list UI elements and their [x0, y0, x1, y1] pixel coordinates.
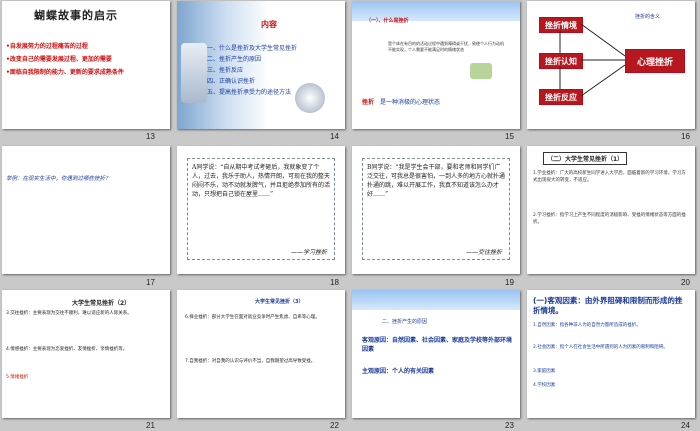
slide-quote: B同学说：“我是学生会干部，要和老师和同学们广泛交往，可我总是很害怕，一到人多的…: [367, 164, 506, 198]
slide-title: (一)客观因素：由外界阻碍和限制而形成的挫折情境。: [533, 296, 683, 315]
slide-title: 二、挫折产生的原因: [382, 319, 428, 325]
slide-thumbnail[interactable]: 挫折的含义 挫折情境 挫折认知 挫折反应 心理挫折: [527, 1, 695, 129]
slide-thumbnail[interactable]: 二、挫折产生的原因 客观原因：自然因素、社会因素、家庭及学校等外部环境因素 主观…: [352, 290, 520, 418]
slide-number: 23: [505, 421, 514, 430]
slide-number: 17: [146, 278, 155, 287]
slide-line: 4.情感挫折：主要表现为恋爱挫折、友情挫折、亲情挫折等。: [6, 347, 128, 352]
slide-number: 15: [505, 132, 514, 141]
slide-footer-label: 挫折: [362, 99, 375, 106]
slide-item: 客观原因：自然因素、社会因素、家庭及学校等外部环境因素: [362, 337, 513, 353]
slide-number: 20: [681, 278, 690, 287]
slide-thumbnail[interactable]: 举例：在现实生活中，你遇到过哪些挫折？: [2, 146, 170, 274]
slide-title: 大学生常见挫折（2）: [72, 300, 131, 307]
slide-thumbnail[interactable]: (一)客观因素：由外界阻碍和限制而形成的挫折情境。 1.自然因素：指各种非人为的…: [527, 290, 695, 418]
slide-thumbnail[interactable]: A同学说：“自从期中考试考砸后，我就象变了个人，过去，我乐于助人，热情开朗，可现…: [177, 146, 345, 274]
slide-item: 三、挫折反应: [207, 67, 244, 74]
slide-title: （一）、什么是挫折: [366, 18, 409, 24]
slide-line: 5.情绪挫折: [6, 375, 29, 380]
quote-frame: A同学说：“自从期中考试考砸后，我就象变了个人，过去，我乐于助人，热情开朗，可现…: [187, 158, 335, 260]
slide-line: 7.自我挫折：对自我的认识与评价不当，自我期望过高导致受挫。: [185, 359, 316, 364]
slide-number: 24: [681, 421, 690, 430]
slide-line: 3.家庭因素: [533, 369, 556, 374]
slide-line: •自发展努力的过程痛苦的过程: [6, 43, 88, 50]
book-icon: [470, 63, 492, 79]
slide-thumbnail[interactable]: 大学生常见挫折（2） 3.交往挫折：主要表现为交往不顺利，难以适应新的人际关系。…: [2, 290, 170, 418]
slide-caption: ——交往挫折: [465, 249, 502, 256]
slide-line: 1.学业挫折：广大的高校新生同学进入大学后，面临着新的学习环境，学习方式出现很大…: [533, 171, 686, 183]
slide-line: 2.社会因素：指个人在社会生活中所遇到的人为因素的限制和阻碍。: [533, 345, 668, 350]
slide-number: 21: [146, 421, 155, 430]
slide-line: 6.择业挫折：部分大学生在面对就业竞争时产生焦虑、自卑等心理。: [185, 315, 320, 320]
slide-number: 14: [330, 132, 339, 141]
slide-line: •改变自己的需要发展过程、更加的需要: [6, 56, 112, 63]
slide-thumbnail[interactable]: 蝴蝶故事的启示 •自发展努力的过程痛苦的过程 •改变自己的需要发展过程、更加的需…: [2, 1, 170, 129]
slide-line: 2.学习挫折：指学习上产生不同程度的消极影响、受挫的情绪状态等方面的挫折。: [533, 213, 686, 225]
slide-number: 19: [505, 278, 514, 287]
slide-line: 4.学校因素: [533, 383, 556, 388]
slide-item: 四、正确认识挫折: [207, 78, 256, 85]
slide-item: 二、挫折产生的原因: [207, 56, 262, 63]
slide-title: （二）大学生常见挫折（1）: [543, 152, 628, 165]
slide-item: 一、什么是挫折及大学生常见挫折: [207, 45, 298, 52]
slide-title: 大学生常见挫折（3）: [255, 299, 304, 305]
slide-title: 蝴蝶故事的启示: [34, 9, 118, 22]
slide-number: 13: [146, 132, 155, 141]
slide-text: 举例：在现实生活中，你遇到过哪些挫折？: [6, 176, 111, 182]
slide-number: 16: [681, 132, 690, 141]
diagram-arrows: [559, 23, 626, 97]
slide-item: 主观原因：个人的有关因素: [362, 368, 435, 375]
slide-title: 内容: [261, 20, 277, 29]
slide-line: •面临自我限制的能力、更新的要求成熟条件: [6, 69, 124, 76]
quote-frame: B同学说：“我是学生会干部，要和老师和同学们广泛交往，可我总是很害怕，一到人多的…: [362, 158, 510, 260]
slide-thumbnail[interactable]: B同学说：“我是学生会干部，要和老师和同学们广泛交往，可我总是很害怕，一到人多的…: [352, 146, 520, 274]
slide-footer-text: 是一种消极的心理状态: [380, 99, 441, 106]
slide-header: [352, 290, 520, 310]
slide-number: 18: [330, 278, 339, 287]
slide-thumbnail[interactable]: （二）大学生常见挫折（1） 1.学业挫折：广大的高校新生同学进入大学后，面临着新…: [527, 146, 695, 274]
slide-number: 22: [330, 421, 339, 430]
decorative-image: [295, 83, 325, 113]
slide-thumbnail[interactable]: 大学生常见挫折（3） 6.择业挫折：部分大学生在面对就业竞争时产生焦虑、自卑等心…: [177, 290, 345, 418]
slide-body: 是个体在有目的的活动过程中遇到障碍或干扰，致使个人行为动机不能实现，个人需要不能…: [388, 41, 504, 52]
slide-thumbnail[interactable]: 内容 一、什么是挫折及大学生常见挫折 二、挫折产生的原因 三、挫折反应 四、正确…: [177, 1, 345, 129]
slide-caption: ——学习挫折: [290, 249, 327, 256]
slide-item: 五、提高挫折承受力的途径方法: [207, 89, 292, 96]
slide-quote: A同学说：“自从期中考试考砸后，我就象变了个人，过去，我乐于助人，热情开朗，可现…: [192, 164, 331, 198]
slide-line: 3.交往挫折：主要表现为交往不顺利，难以适应新的人际关系。: [6, 311, 132, 316]
slide-line: 1.自然因素：指各种非人为的自然力量所造成的挫折。: [533, 323, 641, 328]
decorative-image: [181, 43, 207, 103]
slide-thumbnail[interactable]: （一）、什么是挫折 是个体在有目的的活动过程中遇到障碍或干扰，致使个人行为动机不…: [352, 1, 520, 129]
